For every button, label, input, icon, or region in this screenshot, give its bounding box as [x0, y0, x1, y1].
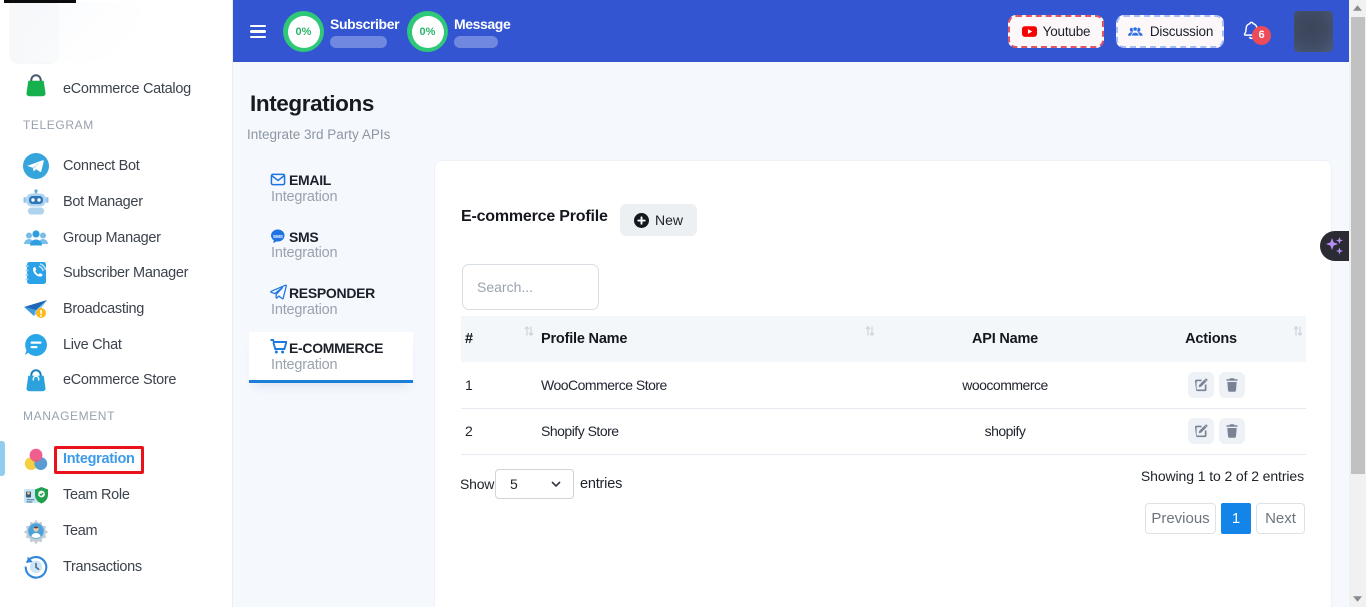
svg-text:SMS: SMS [273, 233, 283, 238]
